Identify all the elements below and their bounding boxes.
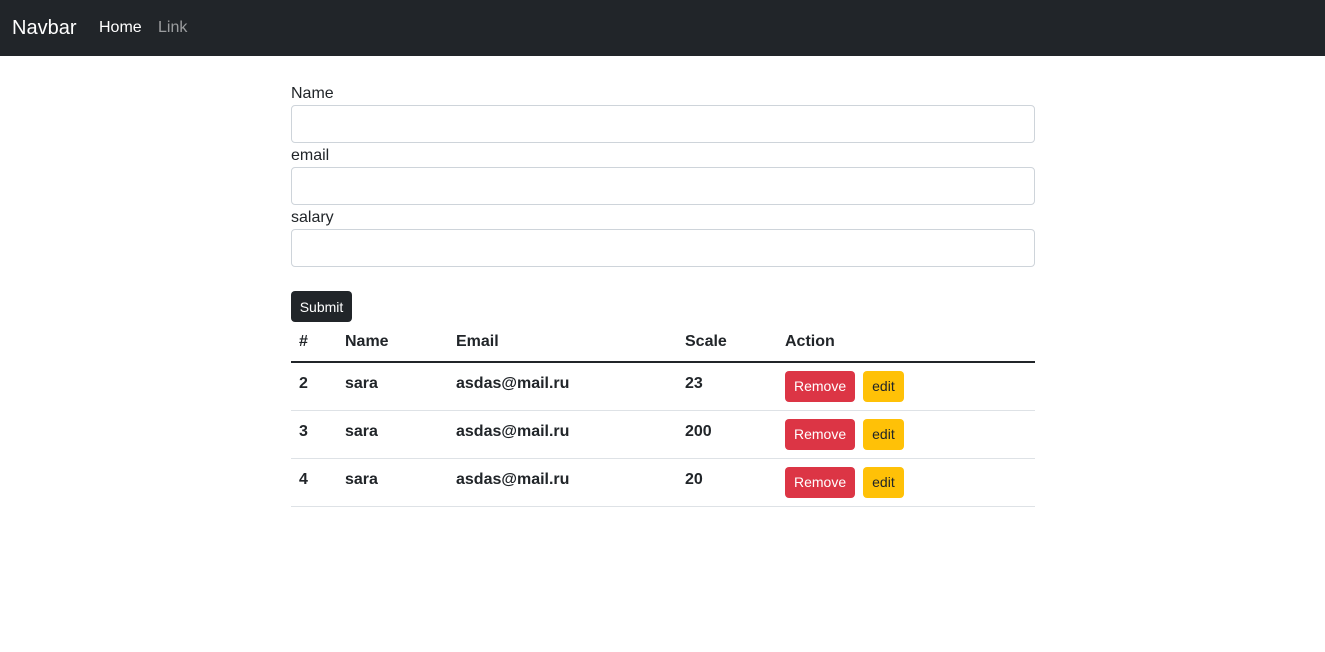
row-email: asdas@mail.ru xyxy=(448,410,677,459)
remove-button[interactable]: Remove xyxy=(785,466,856,498)
edit-button[interactable]: edit xyxy=(863,466,904,498)
edit-button[interactable]: edit xyxy=(863,418,904,450)
name-label: Name xyxy=(291,85,334,102)
row-id: 3 xyxy=(291,410,337,459)
table-row: 2 sara asdas@mail.ru 23 Remove edit xyxy=(291,362,1035,411)
submit-button[interactable]: Submit xyxy=(291,291,352,322)
row-email: asdas@mail.ru xyxy=(448,458,677,507)
table-row: 3 sara asdas@mail.ru 200 Remove edit xyxy=(291,410,1035,459)
row-id: 2 xyxy=(291,362,337,411)
row-scale: 23 xyxy=(677,362,777,411)
row-scale: 20 xyxy=(677,458,777,507)
row-actions: Remove edit xyxy=(777,410,1035,459)
row-name: sara xyxy=(337,458,448,507)
row-scale: 200 xyxy=(677,410,777,459)
header-action: Action xyxy=(777,322,1035,363)
table-row: 4 sara asdas@mail.ru 20 Remove edit xyxy=(291,458,1035,507)
edit-button[interactable]: edit xyxy=(863,370,904,402)
header-name: Name xyxy=(337,322,448,363)
row-actions: Remove edit xyxy=(777,362,1035,411)
header-email: Email xyxy=(448,322,677,363)
nav-link-link[interactable]: Link xyxy=(158,17,187,39)
navbar-brand[interactable]: Navbar xyxy=(12,15,76,41)
remove-button[interactable]: Remove xyxy=(785,418,856,450)
remove-button[interactable]: Remove xyxy=(785,370,856,402)
header-number: # xyxy=(291,322,337,363)
email-label: email xyxy=(291,147,330,164)
row-id: 4 xyxy=(291,458,337,507)
employees-table-wrap: # Name Email Scale Action 2 sara asdas@m… xyxy=(291,322,1035,507)
top-navbar: Navbar Home Link xyxy=(0,0,1325,56)
row-email: asdas@mail.ru xyxy=(448,362,677,411)
table-header-row: # Name Email Scale Action xyxy=(291,322,1035,363)
employees-table: # Name Email Scale Action 2 sara asdas@m… xyxy=(291,322,1035,507)
salary-input[interactable] xyxy=(291,229,1035,267)
name-input[interactable] xyxy=(291,105,1035,143)
row-name: sara xyxy=(337,410,448,459)
row-name: sara xyxy=(337,362,448,411)
nav-link-home[interactable]: Home xyxy=(99,17,142,39)
salary-label: salary xyxy=(291,209,334,226)
header-scale: Scale xyxy=(677,322,777,363)
row-actions: Remove edit xyxy=(777,458,1035,507)
email-input[interactable] xyxy=(291,167,1035,205)
